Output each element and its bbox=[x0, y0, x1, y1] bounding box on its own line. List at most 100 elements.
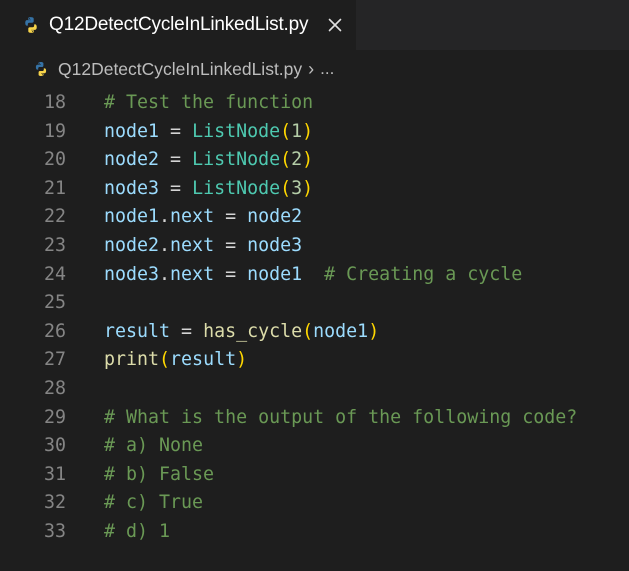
code-token: # What is the output of the following co… bbox=[104, 406, 578, 428]
tab-title: Q12DetectCycleInLinkedList.py bbox=[49, 14, 309, 35]
code-token: node3 bbox=[247, 235, 303, 256]
code-line[interactable]: 29 # What is the output of the following … bbox=[0, 404, 629, 433]
code-line[interactable]: 22 node1.next = node2 bbox=[0, 203, 629, 232]
code-token: ListNode bbox=[192, 177, 281, 199]
code-text: result = has_cycle(node1) bbox=[104, 318, 379, 347]
breadcrumb-symbols[interactable]: ... bbox=[320, 59, 334, 79]
code-token: ) bbox=[302, 177, 314, 199]
chevron-right-icon: › bbox=[308, 58, 315, 79]
code-token: # b) False bbox=[104, 463, 215, 485]
code-line[interactable]: 24 node3.next = node1 # Creating a cycle bbox=[0, 261, 629, 290]
line-number: 31 bbox=[43, 463, 66, 485]
code-text: # What is the output of the following co… bbox=[104, 404, 577, 433]
code-token: . bbox=[159, 206, 171, 228]
line-number: 33 bbox=[43, 521, 66, 542]
code-line[interactable]: 30 # a) None bbox=[0, 432, 629, 461]
line-number: 18 bbox=[43, 92, 66, 113]
code-line[interactable]: 21 node3 = ListNode(3) bbox=[0, 175, 629, 204]
code-text: node2 = ListNode(2) bbox=[104, 146, 313, 175]
code-line[interactable]: 23 node2.next = node3 bbox=[0, 232, 629, 261]
code-token: # a) None bbox=[104, 435, 204, 457]
code-token: 1 bbox=[291, 120, 303, 142]
line-number: 28 bbox=[43, 378, 66, 399]
code-token: ) bbox=[236, 349, 248, 371]
code-editor[interactable]: 18 # Test the function 19 node1 = ListNode(… bbox=[0, 88, 629, 571]
code-token: # c) True bbox=[104, 492, 204, 514]
code-token: 3 bbox=[291, 177, 303, 199]
code-token: ) bbox=[368, 320, 380, 342]
line-number: 32 bbox=[43, 492, 66, 514]
code-token: next bbox=[170, 235, 215, 256]
code-line[interactable]: 20 node2 = ListNode(2) bbox=[0, 146, 629, 175]
code-token: . bbox=[159, 263, 171, 285]
code-line[interactable]: 28 bbox=[0, 375, 629, 404]
code-token: # Creating a cycle bbox=[324, 263, 523, 285]
code-text: # b) False bbox=[104, 461, 214, 490]
code-token: = bbox=[214, 235, 248, 256]
code-line[interactable]: 33 # d) 1 bbox=[0, 518, 629, 547]
code-token: = bbox=[159, 149, 193, 171]
python-file-icon bbox=[25, 17, 37, 33]
editor-tab-active[interactable]: Q12DetectCycleInLinkedList.py bbox=[0, 0, 356, 50]
code-token: node1 bbox=[104, 206, 160, 228]
python-file-icon bbox=[35, 62, 47, 76]
code-token: node1 bbox=[247, 263, 303, 285]
code-line[interactable]: 25 bbox=[0, 289, 629, 318]
code-token: node2 bbox=[104, 235, 160, 256]
code-token: next bbox=[170, 206, 215, 228]
code-text: # c) True bbox=[104, 489, 203, 518]
code-token: result bbox=[104, 320, 171, 342]
line-number: 27 bbox=[43, 349, 66, 371]
code-line[interactable]: 32 # c) True bbox=[0, 489, 629, 518]
code-token: node2 bbox=[247, 206, 303, 228]
code-line[interactable]: 26 result = has_cycle(node1) bbox=[0, 318, 629, 347]
line-number: 24 bbox=[43, 263, 66, 285]
code-token: ( bbox=[280, 149, 292, 171]
line-number: 22 bbox=[43, 206, 66, 228]
code-token: next bbox=[170, 263, 215, 285]
code-text: node1 = ListNode(1) bbox=[104, 118, 313, 147]
code-token: = bbox=[214, 263, 248, 285]
code-token: ( bbox=[280, 177, 292, 199]
line-number: 26 bbox=[43, 320, 66, 342]
code-token: # d) 1 bbox=[104, 521, 171, 542]
code-token: print bbox=[104, 349, 160, 371]
code-token: node3 bbox=[104, 177, 160, 199]
code-text: node3.next = node1 # Creating a cycle bbox=[104, 261, 522, 290]
code-token: has_cycle bbox=[203, 320, 303, 342]
close-icon bbox=[328, 18, 342, 32]
code-token: . bbox=[159, 235, 171, 256]
code-token: ) bbox=[302, 120, 314, 142]
code-token: = bbox=[159, 120, 193, 142]
code-token: ListNode bbox=[192, 120, 281, 142]
code-token: = bbox=[170, 320, 204, 342]
code-line[interactable]: 19 node1 = ListNode(1) bbox=[0, 118, 629, 147]
breadcrumb: Q12DetectCycleInLinkedList.py › ... bbox=[0, 50, 629, 88]
code-line[interactable]: 27 print(result) bbox=[0, 346, 629, 375]
editor-tab-bar: Q12DetectCycleInLinkedList.py bbox=[0, 0, 629, 50]
code-token: = bbox=[159, 177, 193, 199]
code-token: ) bbox=[302, 149, 314, 171]
code-token: 2 bbox=[291, 149, 303, 171]
code-token: = bbox=[214, 206, 248, 228]
line-number: 30 bbox=[43, 435, 66, 457]
line-number: 19 bbox=[43, 120, 66, 142]
code-token: node1 bbox=[313, 320, 369, 342]
close-tab-button[interactable] bbox=[324, 14, 346, 36]
code-text: node2.next = node3 bbox=[104, 232, 302, 261]
code-token: node2 bbox=[104, 149, 160, 171]
code-line[interactable]: 31 # b) False bbox=[0, 461, 629, 490]
breadcrumb-file[interactable]: Q12DetectCycleInLinkedList.py bbox=[58, 59, 302, 80]
code-token: ( bbox=[280, 120, 292, 142]
code-text: node1.next = node2 bbox=[104, 203, 302, 232]
code-text: # d) 1 bbox=[104, 518, 170, 547]
line-number: 20 bbox=[43, 149, 66, 171]
code-token: ListNode bbox=[192, 149, 281, 171]
line-number: 23 bbox=[43, 235, 66, 256]
code-token: ( bbox=[159, 349, 171, 371]
code-token: node3 bbox=[104, 263, 160, 285]
code-line[interactable]: 18 # Test the function bbox=[0, 89, 629, 118]
code-token: ( bbox=[302, 320, 314, 342]
line-number: 29 bbox=[43, 406, 66, 428]
